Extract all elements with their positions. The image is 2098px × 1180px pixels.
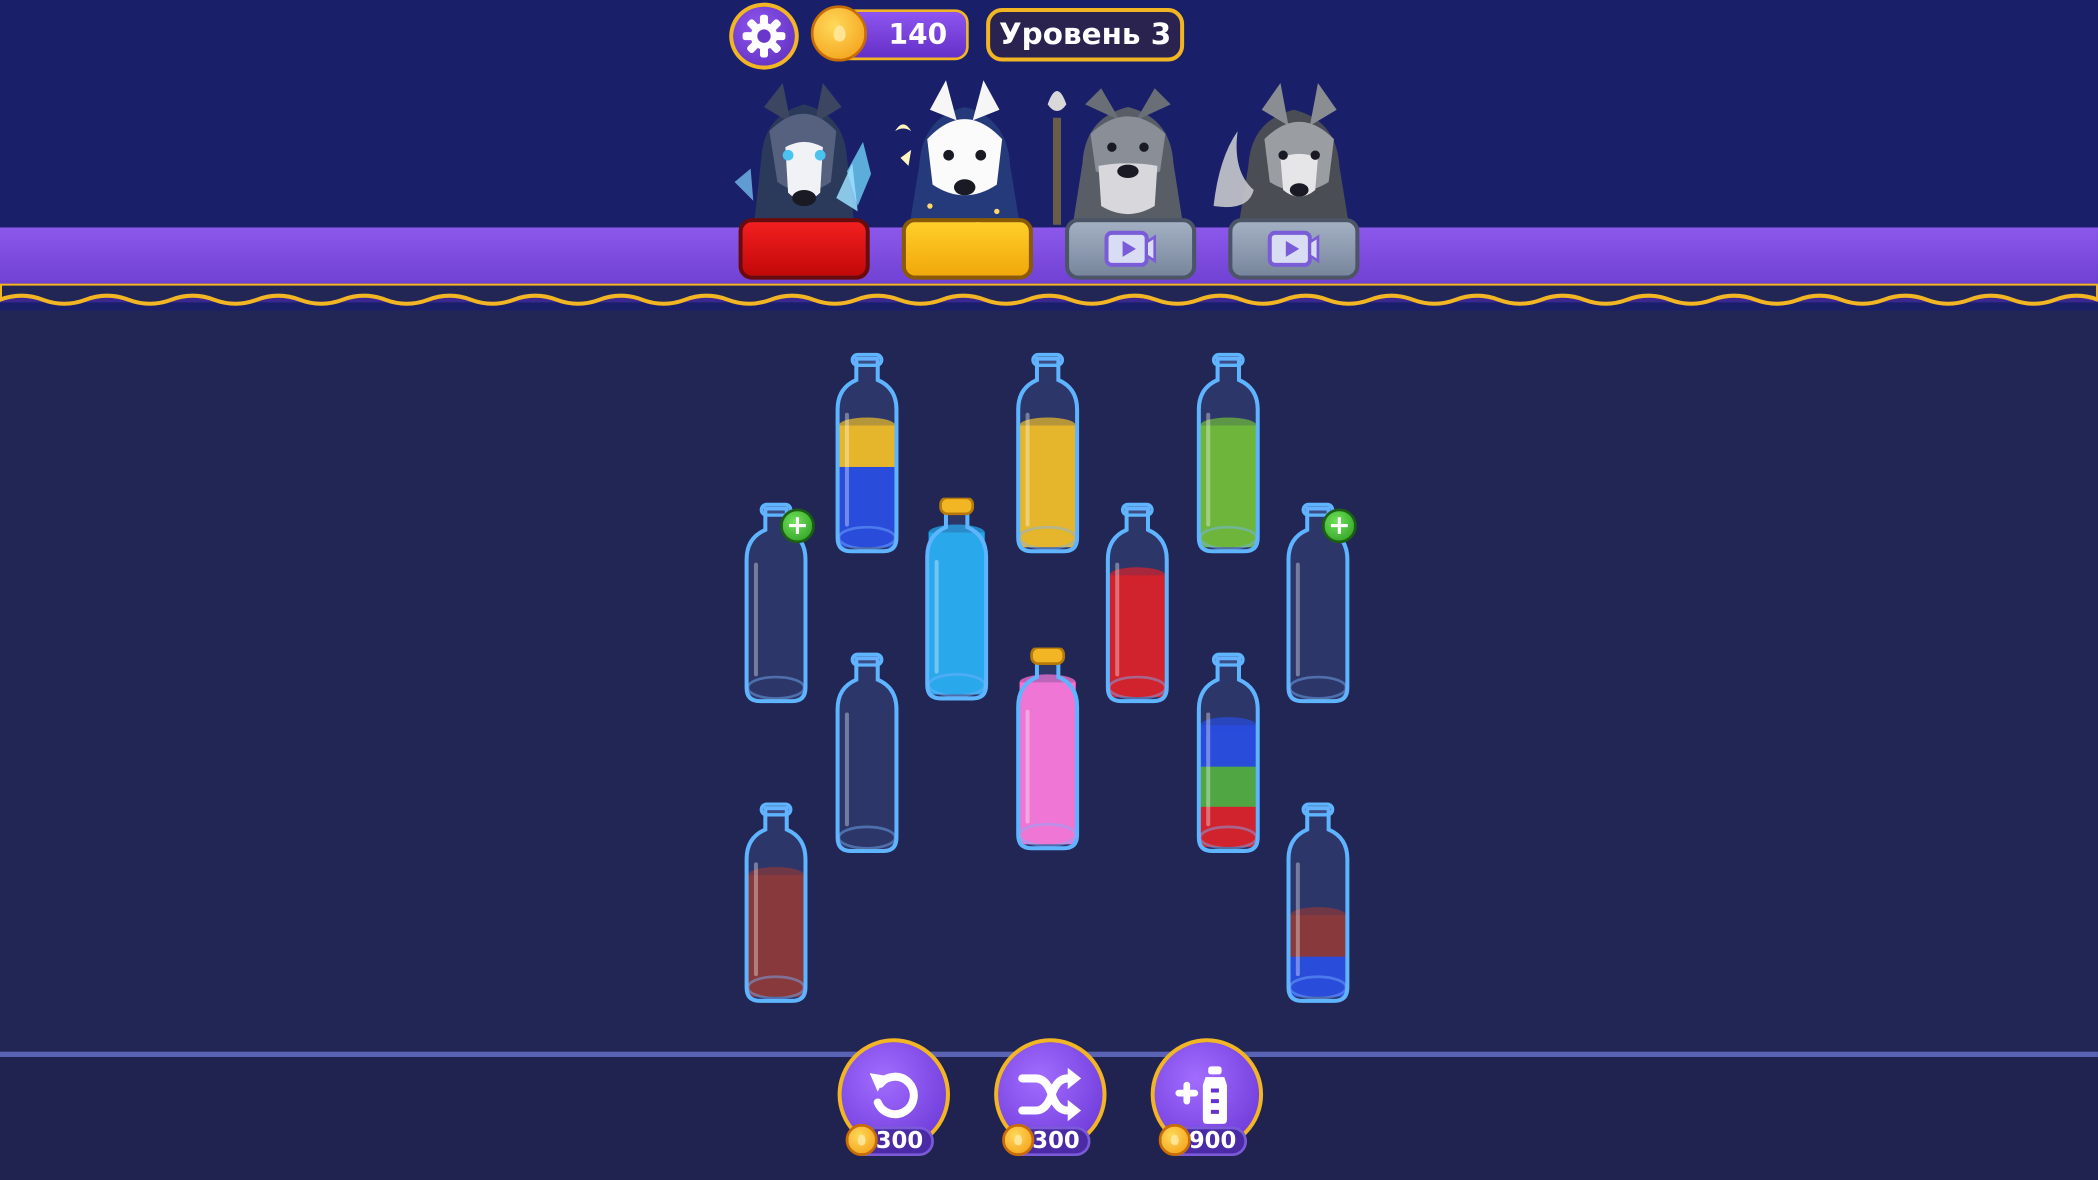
- bottle-b1[interactable]: [831, 351, 903, 554]
- coin-drop-icon: [1158, 1123, 1191, 1157]
- bottle-b8[interactable]: [831, 650, 903, 853]
- add-layer-plus-icon[interactable]: +: [1321, 508, 1357, 544]
- pedestal-schnauzer-locked[interactable]: [1065, 218, 1197, 280]
- coin-drop-icon: [845, 1123, 878, 1157]
- bottle-lip: [1211, 652, 1245, 667]
- husky-character: [734, 82, 872, 232]
- schnauzer-character: [1047, 88, 1185, 232]
- bottle-b5[interactable]: [921, 497, 993, 701]
- cork-cap: [1030, 647, 1066, 665]
- bottle-b10[interactable]: [1192, 650, 1264, 853]
- bottle-lip: [850, 652, 884, 667]
- coin-drop-icon: [1002, 1123, 1035, 1157]
- bottle-lip: [759, 802, 793, 817]
- bottle-lip: [1211, 352, 1245, 367]
- gear-icon: [742, 14, 786, 58]
- coin-count: 140: [888, 18, 948, 51]
- level-indicator: Уровень 3: [986, 8, 1185, 62]
- bottle-lip: [850, 352, 884, 367]
- coin-drop-icon: [810, 5, 868, 62]
- bottle-b2[interactable]: [1012, 351, 1084, 554]
- pedestal-samoyed[interactable]: [901, 218, 1033, 280]
- undo-icon: [869, 1072, 918, 1119]
- add-layer-plus-icon[interactable]: +: [780, 508, 815, 544]
- video-play-icon: [1267, 230, 1320, 267]
- samoyed-character: [895, 80, 1021, 232]
- shiba-character: [1213, 82, 1351, 232]
- add-bottle-icon: [1175, 1066, 1227, 1124]
- bottle-b9[interactable]: [1012, 647, 1084, 851]
- bottle-lip: [1120, 502, 1154, 517]
- game-screen: 140 Уровень 3 + + 300 300 900: [0, 0, 2098, 1180]
- bottle-lip: [1031, 352, 1065, 367]
- bottle-b12[interactable]: [1282, 800, 1354, 1003]
- undo-price-value: 300: [875, 1127, 924, 1155]
- bottle-b3[interactable]: [1192, 351, 1264, 554]
- bottle-lip: [1301, 802, 1335, 817]
- character-shelf: [0, 227, 2098, 290]
- pedestal-shiba-locked[interactable]: [1228, 218, 1360, 280]
- wavy-divider: [0, 283, 2098, 306]
- bottle-b6[interactable]: [1101, 500, 1173, 704]
- pedestal-husky[interactable]: [738, 218, 870, 280]
- cork-cap: [939, 497, 975, 516]
- shuffle-price-value: 300: [1032, 1127, 1080, 1155]
- settings-button[interactable]: [729, 2, 799, 70]
- add-bottle-price-value: 900: [1188, 1127, 1237, 1155]
- shuffle-icon: [1018, 1067, 1082, 1122]
- video-play-icon: [1104, 230, 1157, 267]
- level-label: Уровень 3: [998, 18, 1172, 52]
- bottle-b11[interactable]: [740, 800, 812, 1003]
